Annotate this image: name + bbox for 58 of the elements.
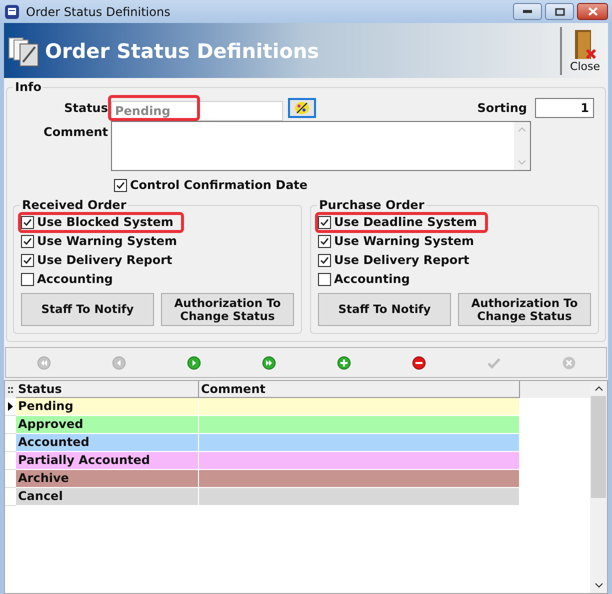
- checkbox[interactable]: [21, 273, 34, 286]
- close-button[interactable]: [577, 3, 608, 20]
- app-icon: [4, 4, 20, 20]
- group-legend: Info: [13, 80, 44, 94]
- comment-field[interactable]: [111, 121, 531, 171]
- minimize-icon: [523, 10, 532, 13]
- maximize-button[interactable]: [545, 3, 574, 20]
- checkbox-label: Control Confirmation Date: [130, 177, 308, 194]
- table-cell: Approved: [16, 416, 199, 434]
- status-field[interactable]: Pending: [111, 101, 283, 121]
- minus-icon: [412, 356, 426, 370]
- cancel-icon: [562, 356, 576, 370]
- checkbox[interactable]: [318, 235, 331, 248]
- action-button[interactable]: Staff To Notify: [318, 293, 451, 326]
- group-legend: Received Order: [20, 198, 128, 212]
- checkbox[interactable]: [318, 273, 331, 286]
- checkbox[interactable]: [318, 216, 331, 229]
- paint-palette-icon: [294, 101, 310, 115]
- checkbox[interactable]: [21, 216, 34, 229]
- rewind-icon: [36, 356, 50, 370]
- checkbox-label: Accounting: [334, 272, 410, 287]
- group-legend: Purchase Order: [317, 198, 426, 212]
- close-icon: [588, 7, 598, 16]
- header-title: Order Status Definitions: [45, 38, 320, 64]
- table-cell: Partially Accounted: [16, 452, 199, 470]
- scrollbar[interactable]: [514, 122, 530, 170]
- field-label: Comment: [42, 124, 109, 141]
- exit-door-icon: [572, 28, 598, 60]
- minimize-button[interactable]: [513, 3, 542, 20]
- scrollbar[interactable]: [590, 381, 607, 593]
- checkbox-label: Use Deadline System: [334, 215, 478, 230]
- checkbox[interactable]: [21, 235, 34, 248]
- action-button[interactable]: Authorization To Change Status: [161, 293, 294, 326]
- checkbox[interactable]: [21, 254, 34, 267]
- checkbox-label: Use Warning System: [334, 234, 474, 249]
- checkbox-label: Use Blocked System: [37, 215, 174, 230]
- checkbox[interactable]: [318, 254, 331, 267]
- checkbox[interactable]: [114, 178, 127, 192]
- action-button[interactable]: Staff To Notify: [21, 293, 154, 326]
- sorting-field[interactable]: 1: [535, 98, 594, 118]
- field-label: Status: [63, 100, 109, 117]
- action-button[interactable]: Authorization To Change Status: [458, 293, 591, 326]
- color-picker-button[interactable]: [288, 98, 316, 118]
- checkbox-label: Use Warning System: [37, 234, 177, 249]
- fast-forward-icon: [262, 356, 276, 370]
- plus-icon: [336, 356, 350, 370]
- window-title: Order Status Definitions: [26, 4, 172, 20]
- checkbox-label: Accounting: [37, 272, 113, 287]
- checkmark-icon: [486, 356, 500, 370]
- checkbox-label: Use Delivery Report: [37, 253, 172, 268]
- table-cell: Cancel: [16, 488, 199, 506]
- table-cell: Archive: [16, 470, 199, 488]
- restore-icon: [554, 8, 564, 16]
- table-cell: Accounted: [16, 434, 199, 452]
- table-cell: Pending: [16, 398, 199, 416]
- close-toolbar-button[interactable]: Close: [566, 28, 604, 72]
- field-label: Sorting: [477, 100, 527, 117]
- checkbox-label: Use Delivery Report: [334, 253, 470, 268]
